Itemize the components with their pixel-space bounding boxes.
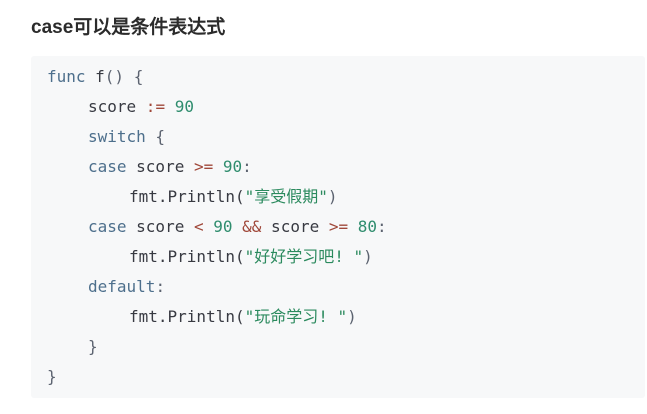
code-line-2: score := 90 [88,94,194,120]
code-line-11: } [47,364,57,390]
identifier: score [88,97,137,116]
string-literal: "玩命学习! " [244,307,348,326]
function-name: f [85,67,105,86]
punctuation: ) [347,307,357,326]
keyword-case: case [88,157,127,176]
code-line-10: } [88,334,98,360]
code-line-7: fmt.Println("好好学习吧! ") [129,244,373,270]
code-line-3: switch { [88,124,165,150]
punctuation: : [242,157,252,176]
number-literal: 90 [213,217,233,236]
punctuation: ) [363,247,373,266]
keyword-default: default [88,277,156,296]
identifier: score [126,157,194,176]
punctuation: { [145,127,166,146]
keyword-case: case [88,217,127,236]
string-literal: "好好学习吧! " [244,247,364,266]
punctuation: : [377,217,387,236]
operator: < [193,217,204,236]
code-block: func f() { score := 90 switch { case sco… [31,56,645,398]
closing-brace: } [88,337,98,356]
operator: >= [193,157,214,176]
code-line-1: func f() { [47,64,143,90]
number-literal: 90 [222,157,243,176]
operator: := [136,97,175,116]
code-line-9: fmt.Println("玩命学习! ") [129,304,357,330]
string-literal: "享受假期" [244,187,328,206]
punctuation: ) [327,187,338,206]
identifier: fmt.Println( [129,187,245,206]
page: case可以是条件表达式 func f() { score := 90 swit… [0,0,647,414]
number-literal: 80 [357,217,378,236]
code-line-4: case score >= 90: [88,154,252,180]
section-heading: case可以是条件表达式 [31,17,226,38]
closing-brace: } [47,367,57,386]
code-line-5: fmt.Println("享受假期") [129,184,338,210]
identifier: score [126,217,194,236]
keyword-func: func [47,67,86,86]
keyword-switch: switch [88,127,146,146]
punctuation: : [155,277,166,296]
number-literal: 90 [174,97,194,116]
operator: && [242,217,262,236]
punctuation: () { [104,67,144,86]
identifier: fmt.Println( [129,307,245,326]
code-line-6: case score < 90 && score >= 80: [88,214,387,240]
identifier: score [261,217,329,236]
code-line-8: default: [88,274,165,300]
operator: >= [328,217,349,236]
identifier: fmt.Println( [129,247,245,266]
